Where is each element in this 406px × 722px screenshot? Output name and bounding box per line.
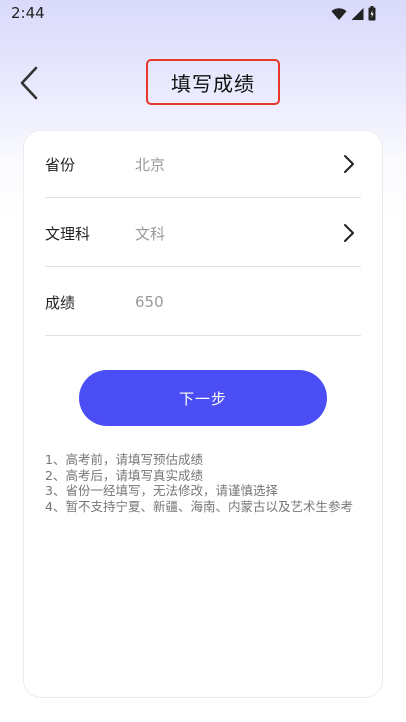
note-item: 1、高考前，请填写预估成绩 bbox=[45, 452, 203, 467]
notes-list: 1、高考前，请填写预估成绩 2、高考后，请填写真实成绩 3、省份一经填写，无法修… bbox=[45, 452, 360, 514]
form-row-score[interactable]: 成绩 650 bbox=[45, 269, 361, 336]
form-row-subject-type[interactable]: 文理科 文科 bbox=[45, 200, 361, 267]
province-value: 北京 bbox=[135, 155, 166, 174]
note-item: 4、暂不支持宁夏、新疆、海南、内蒙古以及艺术生参考 bbox=[45, 498, 353, 514]
signal-icon bbox=[351, 7, 364, 21]
chevron-right-icon bbox=[339, 223, 359, 243]
subject-type-label: 文理科 bbox=[45, 224, 91, 243]
status-icons bbox=[331, 6, 376, 21]
chevron-left-icon bbox=[18, 66, 40, 104]
note-item: 2、高考后，请填写真实成绩 bbox=[45, 467, 203, 483]
score-input[interactable]: 650 bbox=[135, 293, 361, 311]
form-card: 省份 北京 文理科 文科 成绩 650 下一步 1、高考前，请填写预估成绩 2、… bbox=[23, 130, 383, 698]
next-step-button[interactable]: 下一步 bbox=[79, 370, 327, 426]
battery-icon bbox=[368, 6, 376, 21]
province-label: 省份 bbox=[45, 155, 76, 174]
note-item: 3、省份一经填写，无法修改，请谨慎选择 bbox=[45, 483, 278, 498]
status-bar: 2:44 bbox=[0, 0, 406, 28]
score-label: 成绩 bbox=[45, 293, 76, 312]
wifi-icon bbox=[331, 7, 347, 21]
back-button[interactable] bbox=[12, 66, 46, 104]
title-highlight-box: 填写成绩 bbox=[146, 59, 280, 105]
chevron-right-icon bbox=[339, 154, 359, 174]
form-row-province[interactable]: 省份 北京 bbox=[45, 131, 361, 198]
page-title: 填写成绩 bbox=[171, 71, 255, 96]
subject-type-value: 文科 bbox=[135, 224, 166, 243]
status-time: 2:44 bbox=[11, 4, 45, 22]
header: 填写成绩 bbox=[0, 56, 406, 114]
